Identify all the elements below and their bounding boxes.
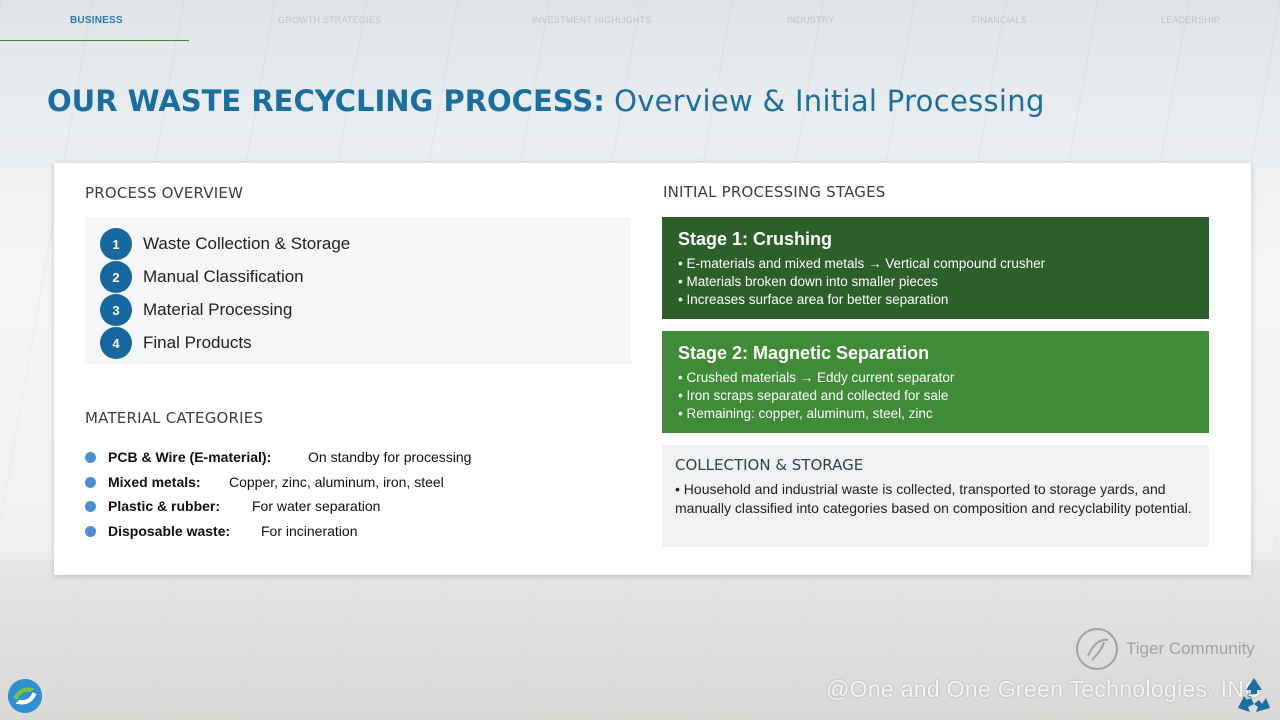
process-step: 1 Waste Collection & Storage [100, 228, 350, 260]
category-description: On standby for processing [308, 449, 472, 465]
nav-item-investment-highlights[interactable]: INVESTMENT HIGHLIGHTS [532, 15, 652, 25]
category-label: Mixed metals: [108, 474, 201, 490]
collection-storage-box: COLLECTION & STORAGE • Household and ind… [662, 445, 1209, 547]
category-description: For incineration [261, 523, 358, 539]
nav-item-growth-strategies[interactable]: GROWTH STRATEGIES [278, 15, 381, 25]
material-category-item: PCB & Wire (E-material): On standby for … [85, 448, 471, 466]
process-step: 2 Manual Classification [100, 261, 304, 293]
stage-title: Stage 1: Crushing [678, 229, 833, 249]
process-step: 3 Material Processing [100, 294, 292, 326]
category-description: Copper, zinc, aluminum, iron, steel [229, 474, 444, 490]
stage-bullet: • E-materials and mixed metals → Vertica… [678, 256, 1046, 271]
stage-bullet: • Iron scraps separated and collected fo… [678, 388, 949, 403]
process-overview-box: 1 Waste Collection & Storage 2 Manual Cl… [85, 217, 631, 364]
content-card: PROCESS OVERVIEW 1 Waste Collection & St… [54, 163, 1251, 575]
step-number-badge: 1 [100, 228, 132, 260]
top-nav: BUSINESS GROWTH STRATEGIES INVESTMENT HI… [0, 0, 1280, 42]
category-label: Disposable waste: [108, 523, 231, 539]
step-label: Material Processing [143, 300, 293, 319]
stage-bullet: • Increases surface area for better sepa… [678, 292, 949, 307]
stage-bullet: • Remaining: copper, aluminum, steel, zi… [678, 406, 933, 421]
category-label: Plastic & rubber: [108, 498, 221, 514]
bullet-dot-icon [85, 476, 96, 488]
stage-title: Stage 2: Magnetic Separation [678, 343, 930, 363]
stage-bullet: • Materials broken down into smaller pie… [678, 274, 938, 289]
initial-processing-heading: INITIAL PROCESSING STAGES [663, 183, 886, 201]
stage-magnetic-separation-card: Stage 2: Magnetic Separation • Crushed m… [662, 331, 1209, 433]
company-logo-icon [7, 678, 43, 714]
page-title: OUR WASTE RECYCLING PROCESS: Overview & … [47, 84, 1045, 118]
step-number-badge: 4 [100, 327, 132, 359]
page-title-light: Overview & Initial Processing [614, 84, 1045, 118]
page-number: 5 [1247, 692, 1253, 702]
material-category-item: Mixed metals: Copper, zinc, aluminum, ir… [85, 473, 444, 491]
material-categories-heading: MATERIAL CATEGORIES [85, 409, 264, 427]
bullet-dot-icon [85, 451, 96, 463]
material-category-item: Plastic & rubber: For water separation [85, 497, 380, 515]
category-label: PCB & Wire (E-material): [108, 449, 272, 465]
nav-item-leadership[interactable]: LEADERSHIP [1161, 15, 1220, 25]
category-description: For water separation [252, 498, 381, 514]
stage-crushing-card: Stage 1: Crushing • E-materials and mixe… [662, 217, 1209, 319]
step-label: Manual Classification [143, 267, 304, 286]
step-number-badge: 3 [100, 294, 132, 326]
recycle-icon [1238, 678, 1270, 712]
nav-item-industry[interactable]: INDUSTRY [787, 15, 834, 25]
step-label: Waste Collection & Storage [143, 234, 351, 253]
step-number-badge: 2 [100, 261, 132, 293]
page-title-strong: OUR WASTE RECYCLING PROCESS: [47, 84, 605, 118]
process-step: 4 Final Products [100, 327, 252, 359]
step-label: Final Products [143, 333, 252, 352]
tiger-community-badge: Tiger Community [1074, 626, 1255, 672]
collection-storage-text: • Household and industrial waste is coll… [675, 481, 1192, 516]
process-overview-heading: PROCESS OVERVIEW [85, 184, 244, 202]
stage-bullet: • Crushed materials → Eddy current separ… [678, 370, 955, 385]
copyright-watermark: @One and One Green Technologies. INC [826, 676, 1262, 702]
tiger-community-text: Tiger Community [1126, 639, 1255, 658]
nav-active-underline [0, 40, 189, 41]
material-category-item: Disposable waste: For incineration [85, 522, 358, 540]
nav-item-business[interactable]: BUSINESS [70, 15, 123, 26]
tiger-community-icon [1076, 628, 1118, 670]
collection-storage-heading: COLLECTION & STORAGE [675, 456, 864, 474]
bullet-dot-icon [85, 500, 96, 512]
nav-item-financials[interactable]: FINANCIALS [972, 15, 1027, 25]
bullet-dot-icon [85, 525, 96, 537]
